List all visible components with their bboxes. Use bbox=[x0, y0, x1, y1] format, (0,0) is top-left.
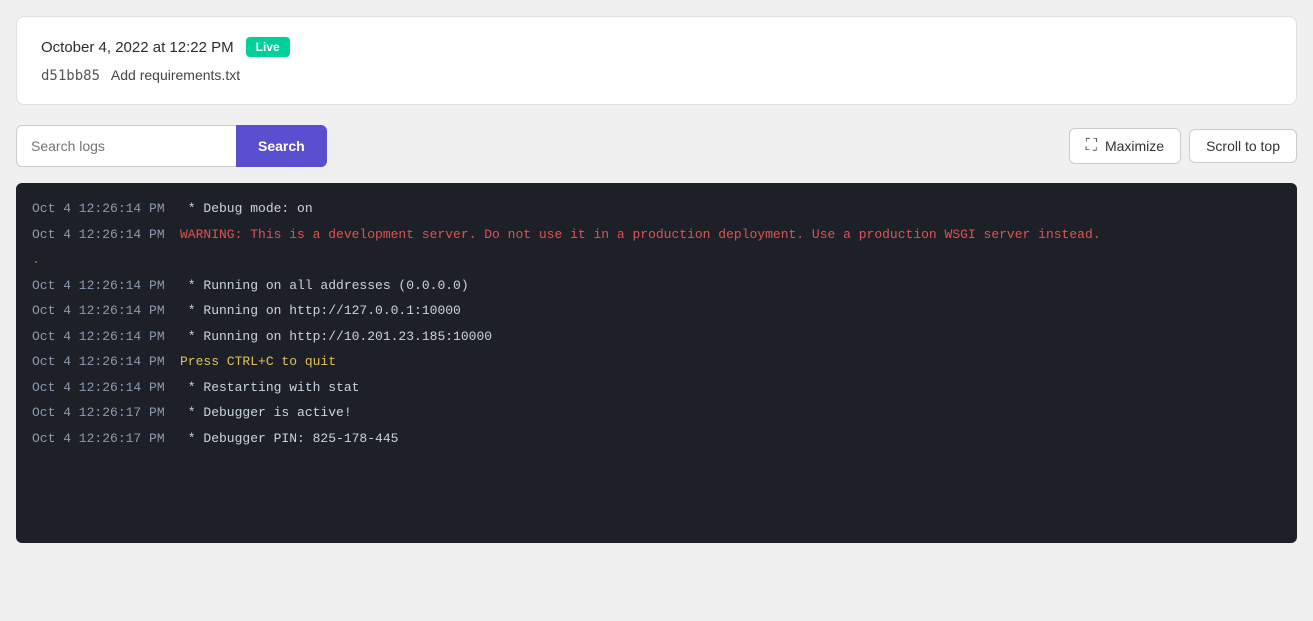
search-bar-row: Search ⛶ Maximize Scroll to top bbox=[16, 125, 1297, 167]
log-text: * Running on all addresses (0.0.0.0) bbox=[180, 276, 469, 296]
search-button[interactable]: Search bbox=[236, 125, 327, 167]
scroll-to-top-button[interactable]: Scroll to top bbox=[1189, 129, 1297, 163]
maximize-label: Maximize bbox=[1105, 138, 1164, 154]
log-line: Oct 4 12:26:14 PM * Debug mode: on bbox=[32, 199, 1281, 219]
log-text: * Restarting with stat bbox=[180, 378, 359, 398]
deployment-commit: d51bb85 Add requirements.txt bbox=[41, 67, 1272, 84]
log-timestamp: Oct 4 12:26:14 PM bbox=[32, 199, 172, 219]
deployment-header: October 4, 2022 at 12:22 PM Live bbox=[41, 37, 1272, 57]
log-timestamp: Oct 4 12:26:17 PM bbox=[32, 429, 172, 449]
log-line: Oct 4 12:26:14 PM * Running on http://10… bbox=[32, 327, 1281, 347]
log-line: Oct 4 12:26:17 PM * Debugger is active! bbox=[32, 403, 1281, 423]
log-line: . bbox=[32, 250, 1281, 270]
maximize-button[interactable]: ⛶ Maximize bbox=[1069, 128, 1181, 164]
deployment-date: October 4, 2022 at 12:22 PM bbox=[41, 39, 234, 56]
deployment-card: October 4, 2022 at 12:22 PM Live d51bb85… bbox=[16, 16, 1297, 105]
log-text: * Debugger is active! bbox=[180, 403, 352, 423]
search-input[interactable] bbox=[16, 125, 236, 167]
maximize-icon: ⛶ bbox=[1086, 137, 1097, 155]
log-text: WARNING: This is a development server. D… bbox=[180, 225, 1101, 245]
log-timestamp: Oct 4 12:26:14 PM bbox=[32, 276, 172, 296]
commit-hash: d51bb85 bbox=[41, 68, 100, 84]
log-timestamp: Oct 4 12:26:17 PM bbox=[32, 403, 172, 423]
log-line: Oct 4 12:26:14 PM Press CTRL+C to quit bbox=[32, 352, 1281, 372]
log-text: * Debugger PIN: 825-178-445 bbox=[180, 429, 398, 449]
log-text: * Running on http://127.0.0.1:10000 bbox=[180, 301, 461, 321]
log-timestamp: Oct 4 12:26:14 PM bbox=[32, 378, 172, 398]
log-timestamp: Oct 4 12:26:14 PM bbox=[32, 225, 172, 245]
log-text: * Running on http://10.201.23.185:10000 bbox=[180, 327, 492, 347]
log-text: Press CTRL+C to quit bbox=[180, 352, 336, 372]
right-controls: ⛶ Maximize Scroll to top bbox=[1069, 128, 1297, 164]
commit-message: Add requirements.txt bbox=[111, 67, 240, 83]
log-text: * Debug mode: on bbox=[180, 199, 313, 219]
log-container[interactable]: Oct 4 12:26:14 PM * Debug mode: onOct 4 … bbox=[16, 183, 1297, 543]
log-timestamp: Oct 4 12:26:14 PM bbox=[32, 301, 172, 321]
log-timestamp: Oct 4 12:26:14 PM bbox=[32, 327, 172, 347]
log-line: Oct 4 12:26:14 PM * Running on http://12… bbox=[32, 301, 1281, 321]
log-line: Oct 4 12:26:14 PM * Restarting with stat bbox=[32, 378, 1281, 398]
log-line: Oct 4 12:26:14 PM * Running on all addre… bbox=[32, 276, 1281, 296]
log-line: Oct 4 12:26:17 PM * Debugger PIN: 825-17… bbox=[32, 429, 1281, 449]
log-timestamp: Oct 4 12:26:14 PM bbox=[32, 352, 172, 372]
log-line: Oct 4 12:26:14 PM WARNING: This is a deve… bbox=[32, 225, 1281, 245]
live-badge: Live bbox=[246, 37, 290, 57]
